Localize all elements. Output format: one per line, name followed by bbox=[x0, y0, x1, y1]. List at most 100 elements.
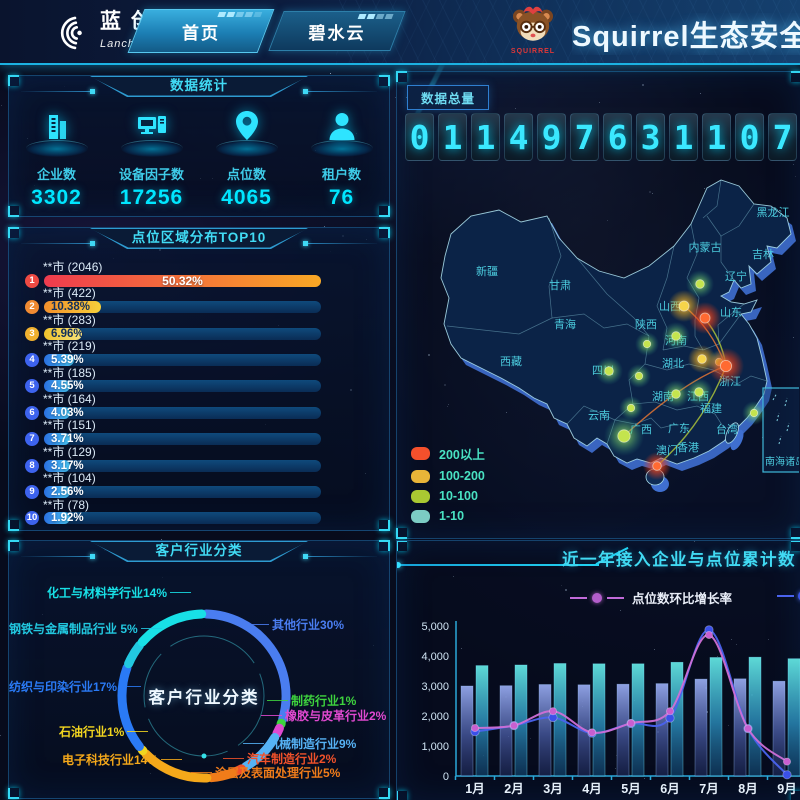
legend-swatch bbox=[411, 490, 430, 503]
y-axis-tick: 2,000 bbox=[421, 711, 449, 723]
corner-accent bbox=[396, 791, 407, 800]
location-icon bbox=[199, 102, 294, 146]
legend-swatch bbox=[411, 447, 430, 460]
province-label: 新疆 bbox=[476, 264, 498, 278]
corner-accent bbox=[791, 791, 800, 800]
top10-row: **市 (185) 5 4.55% bbox=[9, 367, 389, 393]
app-title: Squirrel生态安全云平台 bbox=[572, 13, 800, 55]
legend-label: 10-100 bbox=[439, 489, 478, 503]
bar-track: 3.71% bbox=[44, 433, 321, 445]
bar-track: 4.55% bbox=[44, 380, 321, 392]
bar-track: 3.17% bbox=[44, 460, 321, 472]
stat-value: 17256 bbox=[104, 186, 199, 210]
stat-label: 租户数 bbox=[294, 164, 389, 183]
province-label: 青海 bbox=[554, 317, 576, 331]
corner-accent bbox=[396, 528, 407, 539]
corner-accent bbox=[379, 520, 390, 531]
line-point bbox=[471, 724, 478, 731]
squirrel-icon bbox=[510, 32, 556, 49]
top10-bar-list: **市 (2046)150.32%**市 (422) 2 10.38%**市 (28… bbox=[9, 261, 389, 525]
star bbox=[330, 73, 331, 74]
bar-percent-label: 10.38% bbox=[51, 301, 90, 314]
panel-title: 客户行业分类 bbox=[9, 541, 389, 561]
bar-percent-label: 5.39% bbox=[51, 354, 84, 367]
map-legend: 200以上100-20010-1001-10 bbox=[411, 444, 485, 529]
province-label: 广东 bbox=[668, 422, 690, 435]
bar-points bbox=[476, 666, 488, 776]
heat-spot-green bbox=[627, 364, 651, 388]
legend-dash bbox=[777, 595, 794, 597]
heat-spot-red bbox=[643, 452, 671, 480]
heat-spot-green bbox=[604, 416, 644, 456]
top10-row: **市 (219) 4 5.39% bbox=[9, 340, 389, 366]
province-label: 云南 bbox=[588, 409, 610, 422]
x-axis-tick: 2月 bbox=[504, 782, 523, 796]
rank-badge: 4 bbox=[25, 353, 39, 367]
panel-header: 客户行业分类 bbox=[9, 541, 389, 564]
province-label: 陕西 bbox=[635, 317, 657, 331]
stat-value: 76 bbox=[294, 186, 389, 210]
top10-row-label: **市 (422) bbox=[43, 287, 389, 300]
rank-badge: 2 bbox=[25, 300, 39, 314]
top10-row: **市 (2046)150.32% bbox=[9, 261, 389, 287]
corner-accent bbox=[791, 540, 800, 551]
map-legend-item: 200以上 bbox=[411, 444, 485, 463]
counter-digit: 6 bbox=[603, 113, 632, 161]
line-point bbox=[510, 722, 517, 729]
line-point bbox=[705, 631, 712, 638]
donut-label: 涂层及表面处理行业5% bbox=[215, 764, 340, 781]
top10-row-label: **市 (104) bbox=[43, 472, 389, 485]
heat-spot-green bbox=[662, 322, 690, 350]
corner-accent bbox=[791, 528, 800, 539]
top10-bar: 73.71% bbox=[9, 433, 389, 446]
donut-label: 钢铁与金属制品行业 5% bbox=[9, 620, 138, 637]
sea-box-label: 南海诸岛 bbox=[765, 455, 799, 468]
donut-label: 其他行业30% bbox=[272, 616, 344, 633]
tab-bishuiyun[interactable]: 碧水云 bbox=[268, 11, 405, 51]
donut-slice bbox=[129, 646, 140, 664]
legend-item-clipped[interactable] bbox=[777, 591, 800, 601]
line-point bbox=[744, 725, 751, 732]
province-label: 台湾 bbox=[716, 422, 738, 436]
province-label: 吉林 bbox=[752, 247, 774, 261]
x-axis-tick: 3月 bbox=[543, 782, 562, 796]
top10-row-label: **市 (219) bbox=[43, 340, 389, 353]
corner-accent bbox=[379, 206, 390, 217]
map-legend-item: 100-200 bbox=[411, 469, 485, 483]
donut-label: 电子科技行业14% bbox=[62, 751, 158, 768]
top10-row-label: **市 (185) bbox=[43, 367, 389, 380]
stat-location: 点位数4065 bbox=[199, 102, 294, 210]
building-icon bbox=[9, 102, 104, 146]
rank-badge: 10 bbox=[25, 511, 39, 525]
line-point bbox=[627, 720, 634, 727]
y-axis-tick: 3,000 bbox=[421, 681, 449, 693]
counter-digit: 0 bbox=[735, 113, 764, 161]
counter-digit: 3 bbox=[636, 113, 665, 161]
stat-label: 设备因子数 bbox=[104, 164, 199, 183]
line-point bbox=[588, 729, 595, 736]
x-axis-tick: 8月 bbox=[738, 782, 757, 796]
province-label: 内蒙古 bbox=[689, 240, 722, 254]
bar-percent-label: 1.92% bbox=[51, 512, 84, 525]
bar-enterprise bbox=[617, 684, 629, 776]
bar-percent-label: 3.17% bbox=[51, 460, 84, 473]
signal-waves-icon bbox=[52, 10, 90, 57]
stat-label: 企业数 bbox=[9, 164, 104, 183]
province-label: 甘肃 bbox=[549, 279, 571, 292]
counter-digit: 0 bbox=[405, 113, 434, 161]
device-icon bbox=[104, 102, 199, 146]
donut-chart-area: 客户行业分类 其他行业30%制药行业1%橡胶与皮革行业2%机械制造行业9%汽车制… bbox=[9, 541, 389, 798]
top10-row: **市 (283)36.96% bbox=[9, 314, 389, 340]
south-china-sea-box: 南海诸岛 bbox=[763, 388, 799, 472]
squirrel-mascot: SQUIRREL bbox=[508, 3, 558, 55]
heat-spot-green bbox=[635, 332, 659, 356]
legend-item-growth-rate[interactable]: 点位数环比增长率 bbox=[570, 588, 735, 607]
bar-percent-label: 3.71% bbox=[51, 433, 84, 446]
x-axis-tick: 6月 bbox=[660, 782, 679, 796]
rank-badge: 5 bbox=[25, 379, 39, 393]
counter-digit: 1 bbox=[702, 113, 731, 161]
panel-yearly-trend: 近一年接入企业与点位累计数 01,0002,0003,0004,0005,000… bbox=[396, 540, 800, 800]
tab-home[interactable]: 首页 bbox=[128, 9, 275, 53]
bar-percent-label: 6.96% bbox=[51, 328, 84, 341]
top10-row-label: **市 (151) bbox=[43, 419, 389, 432]
